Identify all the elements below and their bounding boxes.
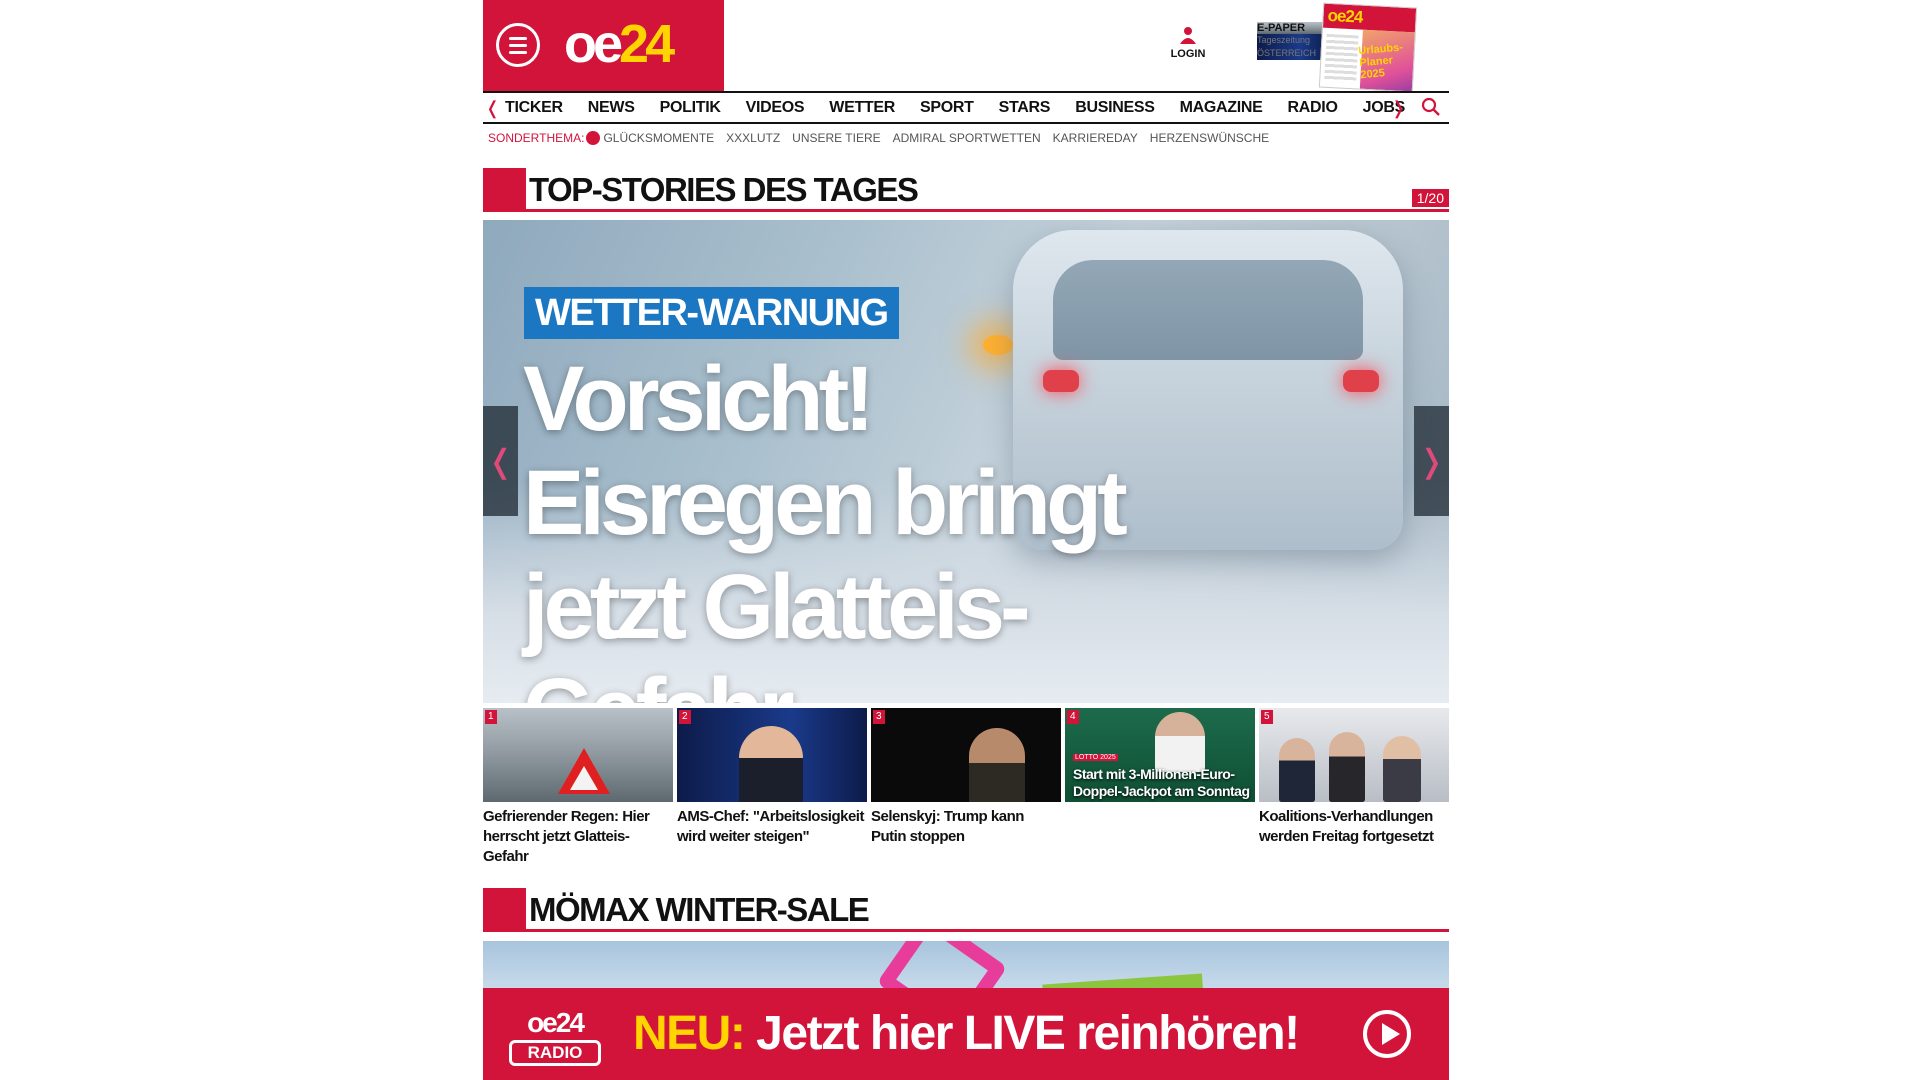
login-label: LOGIN	[1170, 48, 1206, 60]
cover-logo: oe24	[1322, 3, 1417, 33]
user-icon	[1180, 27, 1196, 44]
person-image	[969, 728, 1025, 802]
section-divider	[526, 209, 1449, 212]
search-icon[interactable]	[1421, 97, 1441, 122]
play-icon[interactable]	[1363, 1010, 1411, 1058]
nav-item-videos[interactable]: VIDEOS	[746, 99, 805, 117]
nav-item-magazine[interactable]: MAGAZINE	[1180, 99, 1263, 117]
radio-logo-text: oe24	[527, 1007, 585, 1038]
section-divider	[526, 929, 1449, 932]
radio-logo-box: RADIO	[509, 1040, 601, 1066]
hero-headline: Vorsicht! Eisregen bringt jetzt Glatteis…	[523, 347, 1283, 703]
page: oe24 LOGIN E-PAPER Tageszeitung ÖSTERREI…	[483, 0, 1449, 1080]
story-caption[interactable]: Koalitions-Verhandlungen werden Freitag …	[1259, 807, 1449, 847]
cover-columns	[1324, 33, 1359, 84]
person-image	[1155, 712, 1205, 772]
story-number: 2	[679, 710, 691, 724]
epaper-line-1: Tageszeitung	[1257, 34, 1329, 47]
login-button[interactable]: LOGIN	[1163, 26, 1213, 60]
hamburger-menu-icon[interactable]	[496, 23, 540, 67]
story-thumbnail: LOTTO 2025 Start mit 3-Millionen-Euro-Do…	[1065, 708, 1255, 802]
lotto-badge: LOTTO 2025	[1073, 754, 1118, 761]
nav-item-news[interactable]: NEWS	[588, 99, 635, 117]
radio-cta-text: Jetzt hier LIVE reinhören!	[756, 1007, 1300, 1060]
hero-headline-line-1: Vorsicht!	[523, 348, 875, 450]
nav-item-politik[interactable]: POLITIK	[660, 99, 721, 117]
story-overlay-text: Start mit 3-Millionen-Euro-Doppel-Jackpo…	[1073, 766, 1250, 799]
epaper-cover-image[interactable]: oe24 Urlaubs-Planer 2025	[1318, 2, 1418, 93]
story-card[interactable]: 3 Selenskyj: Trump kann Putin stoppen	[871, 708, 1061, 847]
nav-item-ticker[interactable]: TICKER	[505, 99, 563, 117]
sonderthema-bar: SONDERTHEMA: GLÜCKSMOMENTE XXXLUTZ UNSER…	[488, 129, 1281, 147]
nav-item-radio[interactable]: RADIO	[1288, 99, 1338, 117]
sonderthema-item-unsere-tiere[interactable]: UNSERE TIERE	[792, 131, 880, 145]
site-logo[interactable]: oe24	[564, 14, 675, 74]
story-number: 3	[873, 710, 885, 724]
hero-car-window	[1053, 260, 1363, 360]
hero-headline-line-2: Eisregen bringt	[523, 452, 1128, 554]
main-navigation: ❬ TICKER NEWS POLITIK VIDEOS WETTER SPOR…	[483, 91, 1449, 124]
story-card[interactable]: 2 AMS-Chef: "Arbeitslosigkeit wird weite…	[677, 708, 867, 847]
story-caption[interactable]: Gefrierender Regen: Hier herrscht jetzt …	[483, 807, 673, 867]
top-stories-header: TOP-STORIES DES TAGES 1/20	[483, 168, 1449, 212]
nav-item-stars[interactable]: STARS	[999, 99, 1051, 117]
radio-banner-text: NEU: Jetzt hier LIVE reinhören!	[633, 1006, 1300, 1062]
story-card[interactable]: 1 Gefrierender Regen: Hier herrscht jetz…	[483, 708, 673, 867]
person-image	[1383, 736, 1421, 802]
story-thumbnail: 2	[677, 708, 867, 802]
nav-next-arrow-icon[interactable]: ❭	[1391, 98, 1406, 118]
nav-item-wetter[interactable]: WETTER	[829, 99, 895, 117]
sonderthema-item-xxxlutz[interactable]: XXXLUTZ	[726, 131, 780, 145]
person-image	[1279, 738, 1315, 802]
story-number: 5	[1261, 710, 1273, 724]
story-number: 1	[485, 710, 497, 724]
section-marker	[483, 888, 526, 932]
hero-story[interactable]: WETTER-WARNUNG Vorsicht! Eisregen bringt…	[483, 220, 1449, 703]
cover-headline: Urlaubs-Planer 2025	[1357, 41, 1404, 82]
epaper-title: E-PAPER	[1257, 22, 1329, 34]
warning-triangle-inner	[570, 766, 598, 790]
hero-kicker: WETTER-WARNUNG	[524, 287, 899, 339]
nav-prev-arrow-icon[interactable]: ❬	[485, 98, 500, 118]
radio-new-label: NEU:	[633, 1007, 746, 1060]
nav-item-sport[interactable]: SPORT	[920, 99, 974, 117]
radio-logo: oe24 RADIO	[509, 1008, 601, 1066]
nav-items: TICKER NEWS POLITIK VIDEOS WETTER SPORT …	[505, 93, 1430, 122]
hero-headline-line-3: jetzt Glatteis-Gefahr	[523, 556, 1031, 703]
moemax-section-title: MÖMAX WINTER-SALE	[529, 891, 870, 928]
logo-area: oe24	[483, 0, 724, 91]
section-marker	[483, 168, 526, 212]
story-thumbnail: 3	[871, 708, 1061, 802]
story-list: 1 Gefrierender Regen: Hier herrscht jetz…	[483, 708, 1449, 868]
top-stories-title: TOP-STORIES DES TAGES	[529, 171, 919, 208]
epaper-line-2: ÖSTERREICH	[1257, 47, 1329, 60]
person-image	[1329, 732, 1365, 802]
sonderthema-item-karriereday[interactable]: KARRIEREDAY	[1053, 131, 1138, 145]
moemax-section-header: MÖMAX WINTER-SALE	[483, 888, 1449, 932]
story-thumbnail: 1	[483, 708, 673, 802]
logo-oe: oe	[564, 14, 623, 74]
story-card[interactable]: LOTTO 2025 Start mit 3-Millionen-Euro-Do…	[1065, 708, 1255, 807]
logo-24: 24	[619, 14, 675, 74]
hero-taillight-right	[1343, 370, 1379, 392]
story-thumbnail: 5	[1259, 708, 1449, 802]
epaper-link[interactable]: E-PAPER Tageszeitung ÖSTERREICH	[1257, 22, 1329, 60]
radio-live-banner[interactable]: oe24 RADIO NEU: Jetzt hier LIVE reinhöre…	[483, 988, 1449, 1080]
nav-item-business[interactable]: BUSINESS	[1075, 99, 1155, 117]
person-image	[739, 726, 803, 802]
story-card[interactable]: 5 Koalitions-Verhandlungen werden Freita…	[1259, 708, 1449, 847]
sonderthema-label: SONDERTHEMA:	[488, 131, 585, 145]
site-header: oe24 LOGIN E-PAPER Tageszeitung ÖSTERREI…	[483, 0, 1449, 93]
sonderthema-item-herzenswuensche[interactable]: HERZENSWÜNSCHE	[1150, 131, 1269, 145]
gluecksmomente-icon	[586, 131, 601, 145]
sonderthema-item-admiral[interactable]: ADMIRAL SPORTWETTEN	[893, 131, 1041, 145]
sonderthema-item-gluecksmomente[interactable]: GLÜCKSMOMENTE	[603, 131, 714, 145]
hero-next-arrow-icon[interactable]: ❭	[1414, 406, 1449, 516]
hero-prev-arrow-icon[interactable]: ❬	[483, 406, 518, 516]
story-caption[interactable]: Selenskyj: Trump kann Putin stoppen	[871, 807, 1061, 847]
story-number: 4	[1067, 710, 1079, 724]
slider-counter: 1/20	[1411, 189, 1449, 207]
story-caption[interactable]: AMS-Chef: "Arbeitslosigkeit wird weiter …	[677, 807, 867, 847]
